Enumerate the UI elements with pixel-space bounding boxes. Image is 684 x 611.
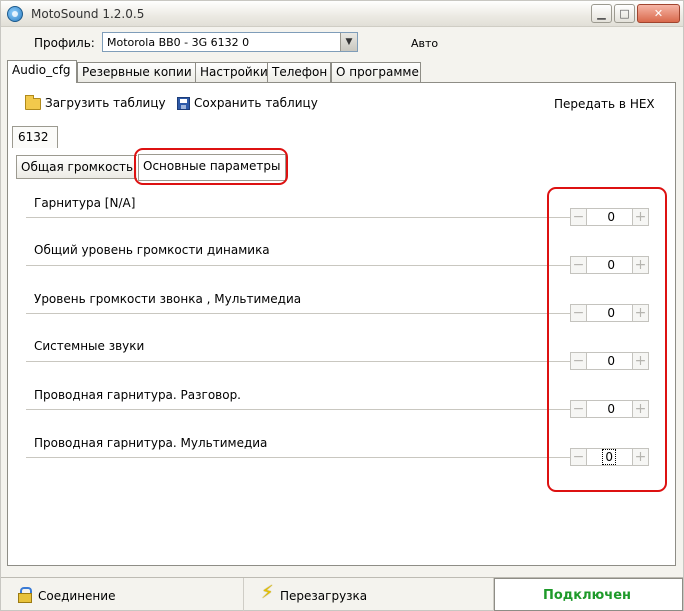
- floppy-disk-icon: [177, 97, 190, 110]
- profile-label: Профиль:: [34, 36, 95, 50]
- tab-audio-cfg[interactable]: Audio_cfg: [7, 60, 77, 83]
- tab-settings[interactable]: Настройки: [195, 62, 269, 82]
- send-hex-button[interactable]: Передать в HEX: [554, 97, 655, 111]
- status-bar: Соединение ⚡ Перезагрузка Подключен: [1, 577, 683, 611]
- param-label-system-sounds: Системные звуки: [34, 339, 145, 353]
- profile-select[interactable]: Motorola BB0 - 3G 6132 0 ▼: [102, 32, 358, 52]
- profile-value: Motorola BB0 - 3G 6132 0: [107, 36, 250, 49]
- connection-icon: [18, 587, 32, 603]
- app-icon: [7, 6, 23, 22]
- highlight-subtab: [134, 148, 288, 185]
- load-table-label: Загрузить таблицу: [45, 96, 166, 110]
- connection-status: Подключен: [494, 578, 683, 611]
- connection-label: Соединение: [38, 589, 116, 603]
- tab-about[interactable]: О программе: [331, 62, 421, 82]
- tab-phone[interactable]: Телефон: [267, 62, 331, 82]
- title-bar: MotoSound 1.2.0.5 ▁ □ ✕: [1, 1, 683, 27]
- app-window: MotoSound 1.2.0.5 ▁ □ ✕ Профиль: Motorol…: [0, 0, 684, 611]
- param-label-ring-volume: Уровень громкости звонка , Мультимедиа: [34, 292, 302, 306]
- status-badge: Подключен: [543, 588, 632, 603]
- close-button[interactable]: ✕: [637, 4, 680, 23]
- maximize-button[interactable]: □: [614, 4, 635, 23]
- tab-backups[interactable]: Резервные копии: [77, 62, 198, 82]
- chevron-down-icon[interactable]: ▼: [340, 33, 357, 51]
- folder-open-icon: [25, 94, 41, 110]
- save-table-button[interactable]: Сохранить таблицу: [177, 96, 318, 114]
- lightning-icon: ⚡: [261, 582, 274, 603]
- param-label-wired-multimedia: Проводная гарнитура. Мультимедиа: [34, 436, 268, 450]
- param-label-wired-call: Проводная гарнитура. Разговор.: [34, 388, 241, 402]
- subtab-general-volume[interactable]: Общая громкость: [16, 155, 138, 179]
- connection-cell[interactable]: Соединение: [1, 578, 244, 611]
- param-label-headset: Гарнитура [N/A]: [34, 196, 136, 210]
- highlight-steppers: [547, 187, 667, 492]
- auto-label: Авто: [411, 37, 439, 50]
- param-label-speaker-volume: Общий уровень громкости динамика: [34, 243, 270, 257]
- reboot-label: Перезагрузка: [280, 589, 368, 603]
- minimize-button[interactable]: ▁: [591, 4, 612, 23]
- reboot-cell[interactable]: ⚡ Перезагрузка: [244, 578, 494, 611]
- model-tab[interactable]: 6132: [12, 126, 58, 148]
- save-table-label: Сохранить таблицу: [194, 96, 318, 110]
- load-table-button[interactable]: Загрузить таблицу: [25, 94, 166, 114]
- window-title: MotoSound 1.2.0.5: [31, 7, 145, 21]
